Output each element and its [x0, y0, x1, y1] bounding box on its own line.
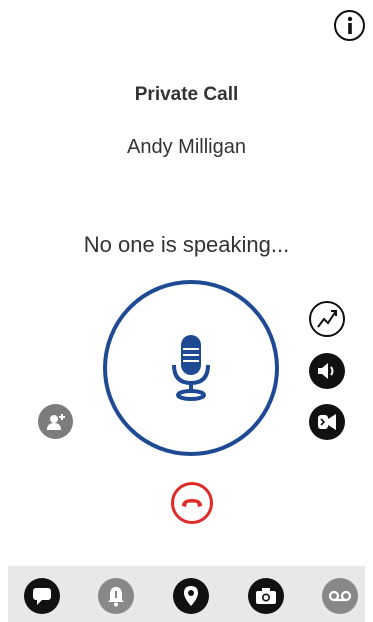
end-call-icon — [182, 499, 202, 507]
call-mode-button[interactable] — [309, 404, 345, 440]
bottom-nav-bar — [8, 566, 365, 622]
caller-name: Andy Milligan — [127, 136, 246, 158]
speaking-status: No one is speaking... — [83, 232, 290, 257]
nav-messages[interactable] — [24, 578, 60, 614]
microphone-icon — [172, 335, 210, 401]
location-icon — [184, 586, 198, 606]
info-icon — [347, 16, 352, 34]
nav-camera[interactable] — [248, 578, 284, 614]
add-user-icon — [46, 413, 65, 430]
end-call-button[interactable] — [171, 482, 213, 524]
speaker-button[interactable] — [309, 353, 345, 389]
analytics-icon — [317, 310, 337, 328]
alert-icon — [108, 587, 124, 607]
push-to-talk-button[interactable] — [103, 280, 279, 456]
nav-voicemail[interactable] — [322, 578, 358, 614]
info-button[interactable] — [334, 10, 365, 41]
speaker-icon — [318, 363, 334, 379]
camera-icon — [256, 588, 276, 604]
nav-alerts[interactable] — [98, 578, 134, 614]
voicemail-icon — [328, 590, 352, 602]
chat-icon — [33, 588, 51, 605]
add-participant-button[interactable] — [38, 404, 73, 439]
analytics-button[interactable] — [309, 301, 345, 337]
nav-location[interactable] — [173, 578, 209, 614]
call-mode-icon — [318, 414, 336, 430]
call-type-label: Private Call — [134, 84, 239, 105]
